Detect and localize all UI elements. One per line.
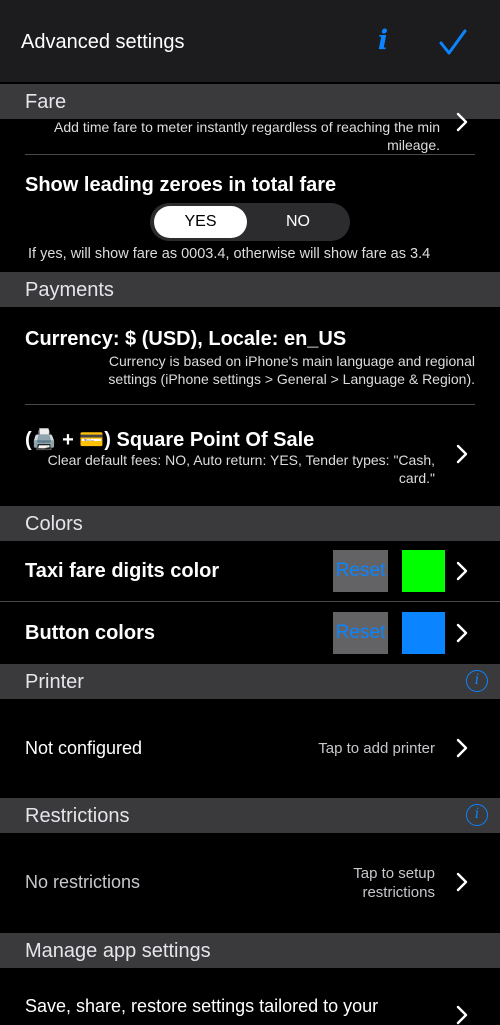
- leading-zeroes-toggle[interactable]: YES NO: [150, 203, 350, 241]
- digits-color-label: Taxi fare digits color: [25, 560, 220, 582]
- button-color-swatch[interactable]: [402, 612, 445, 654]
- square-pos-note: Clear default fees: NO, Auto return: YES…: [47, 452, 435, 486]
- section-header-printer: Printer i: [0, 664, 500, 699]
- navigation-bar: Advanced settings i: [0, 0, 500, 82]
- divider: [25, 404, 475, 405]
- chevron-right-icon[interactable]: [456, 872, 468, 892]
- manage-description[interactable]: Save, share, restore settings tailored t…: [25, 996, 378, 1017]
- section-title-fare: Fare: [25, 91, 67, 113]
- printer-status[interactable]: Not configured: [25, 738, 142, 759]
- divider: [25, 154, 475, 155]
- chevron-right-icon[interactable]: [456, 738, 468, 758]
- chevron-right-icon[interactable]: [456, 623, 468, 643]
- section-title-payments: Payments: [25, 279, 114, 301]
- info-icon[interactable]: i: [372, 26, 394, 56]
- section-header-restrictions: Restrictions i: [0, 798, 500, 833]
- square-pos-title[interactable]: (🖨️ + 💳) Square Point Of Sale: [25, 427, 314, 452]
- chevron-right-icon[interactable]: [456, 561, 468, 581]
- checkmark-icon[interactable]: [438, 28, 468, 58]
- currency-title: Currency: $ (USD), Locale: en_US: [25, 328, 347, 350]
- digits-color-swatch[interactable]: [402, 550, 445, 592]
- chevron-right-icon[interactable]: [456, 444, 468, 464]
- leading-zeroes-title: Show leading zeroes in total fare: [25, 174, 337, 196]
- printer-action[interactable]: Tap to add printer: [250, 739, 435, 758]
- section-title-manage: Manage app settings: [25, 940, 211, 962]
- restrictions-action[interactable]: Tap to setup restrictions: [320, 864, 435, 902]
- restrictions-status[interactable]: No restrictions: [25, 872, 140, 893]
- currency-note: Currency is based on iPhone's main langu…: [108, 353, 475, 387]
- leading-zeroes-note: If yes, will show fare as 0003.4, otherw…: [28, 246, 431, 262]
- section-header-colors: Colors: [0, 506, 500, 541]
- reset-button-colors-button[interactable]: Reset: [333, 612, 388, 654]
- reset-digits-color-button[interactable]: Reset: [333, 550, 388, 592]
- time-fare-note: Add time fare to meter instantly regardl…: [54, 119, 440, 153]
- toggle-yes-option[interactable]: YES: [154, 206, 247, 238]
- section-title-restrictions: Restrictions: [25, 805, 130, 827]
- section-header-fare: Fare: [0, 84, 500, 119]
- section-title-colors: Colors: [25, 513, 83, 535]
- divider: [0, 601, 500, 602]
- button-colors-label: Button colors: [25, 622, 155, 644]
- info-circle-icon[interactable]: i: [466, 670, 488, 692]
- toggle-no-option[interactable]: NO: [250, 206, 346, 238]
- chevron-right-icon[interactable]: [456, 112, 468, 132]
- page-title: Advanced settings: [21, 31, 185, 53]
- section-header-payments: Payments: [0, 272, 500, 307]
- chevron-right-icon[interactable]: [456, 1005, 468, 1025]
- section-title-printer: Printer: [25, 671, 84, 693]
- section-header-manage: Manage app settings: [0, 933, 500, 968]
- info-circle-icon[interactable]: i: [466, 804, 488, 826]
